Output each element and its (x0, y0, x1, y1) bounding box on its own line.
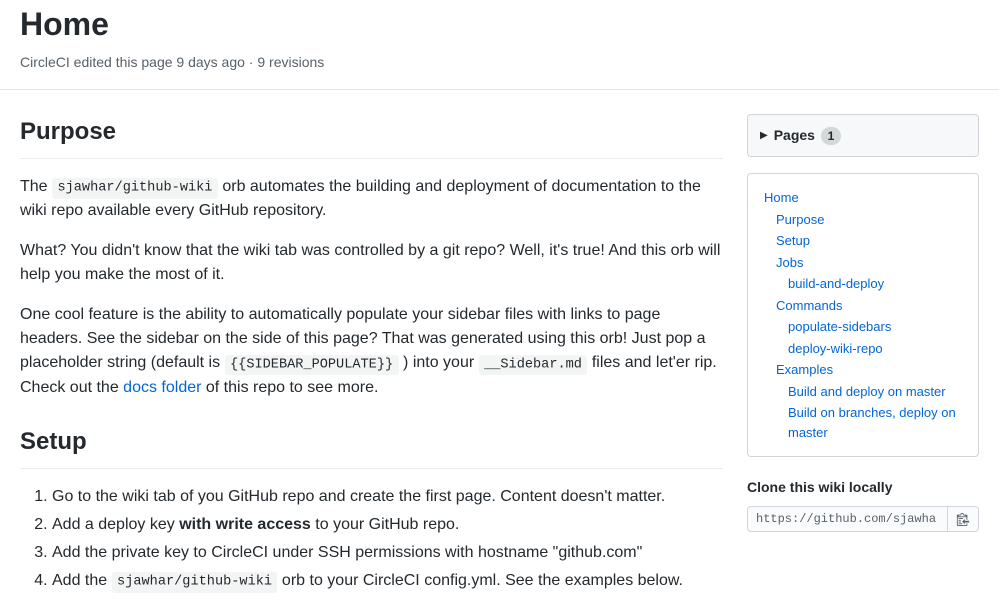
clone-url-input[interactable] (747, 506, 948, 532)
setup-step-3: Add the private key to CircleCI under SS… (52, 541, 723, 565)
purpose-heading: Purpose (20, 114, 723, 159)
setup-steps: Go to the wiki tab of you GitHub repo an… (20, 485, 723, 593)
clipboard-icon (956, 512, 970, 526)
docs-folder-link[interactable]: docs folder (123, 379, 201, 396)
purpose-para-3: One cool feature is the ability to autom… (20, 303, 723, 399)
toc-setup-link[interactable]: Setup (776, 233, 810, 248)
toc-build-deploy-link[interactable]: build-and-deploy (788, 276, 884, 291)
setup-heading: Setup (20, 424, 723, 469)
toc-jobs-link[interactable]: Jobs (776, 255, 803, 270)
setup-step-2: Add a deploy key with write access to yo… (52, 513, 723, 537)
toc-example-1-link[interactable]: Build and deploy on master (788, 384, 946, 399)
triangle-right-icon: ▶ (760, 128, 768, 143)
purpose-para-1: The sjawhar/github-wiki orb automates th… (20, 175, 723, 223)
sidebar: ▶ Pages 1 Home Purpose Setup Jobs build-… (747, 114, 979, 609)
placeholder-code: {{SIDEBAR_POPULATE}} (225, 355, 399, 375)
toc-example-2-link[interactable]: Build on branches, deploy on master (788, 405, 956, 440)
main-content: Purpose The sjawhar/github-wiki orb auto… (20, 114, 723, 609)
page-title: Home (20, 0, 979, 48)
page-subtitle: CircleCI edited this page 9 days ago · 9… (20, 52, 979, 73)
orb-name-code-2: sjawhar/github-wiki (112, 572, 278, 592)
purpose-para-2: What? You didn't know that the wiki tab … (20, 239, 723, 287)
clone-heading: Clone this wiki locally (747, 477, 979, 498)
setup-step-4: Add the sjawhar/github-wiki orb to your … (52, 569, 723, 593)
sidebar-file-code: __Sidebar.md (479, 355, 588, 375)
toc-examples-link[interactable]: Examples (776, 362, 833, 377)
copy-button[interactable] (948, 506, 979, 532)
toc-home-link[interactable]: Home (764, 190, 799, 205)
toc-deploy-wiki-link[interactable]: deploy-wiki-repo (788, 341, 883, 356)
toc-purpose-link[interactable]: Purpose (776, 212, 824, 227)
pages-toggle[interactable]: ▶ Pages 1 (747, 114, 979, 157)
toc-commands-link[interactable]: Commands (776, 298, 842, 313)
setup-step-1: Go to the wiki tab of you GitHub repo an… (52, 485, 723, 509)
pages-label: Pages (774, 125, 815, 146)
orb-name-code: sjawhar/github-wiki (52, 178, 218, 198)
toc-box: Home Purpose Setup Jobs build-and-deploy… (747, 173, 979, 457)
pages-count-badge: 1 (821, 127, 841, 145)
toc-populate-sidebars-link[interactable]: populate-sidebars (788, 319, 891, 334)
